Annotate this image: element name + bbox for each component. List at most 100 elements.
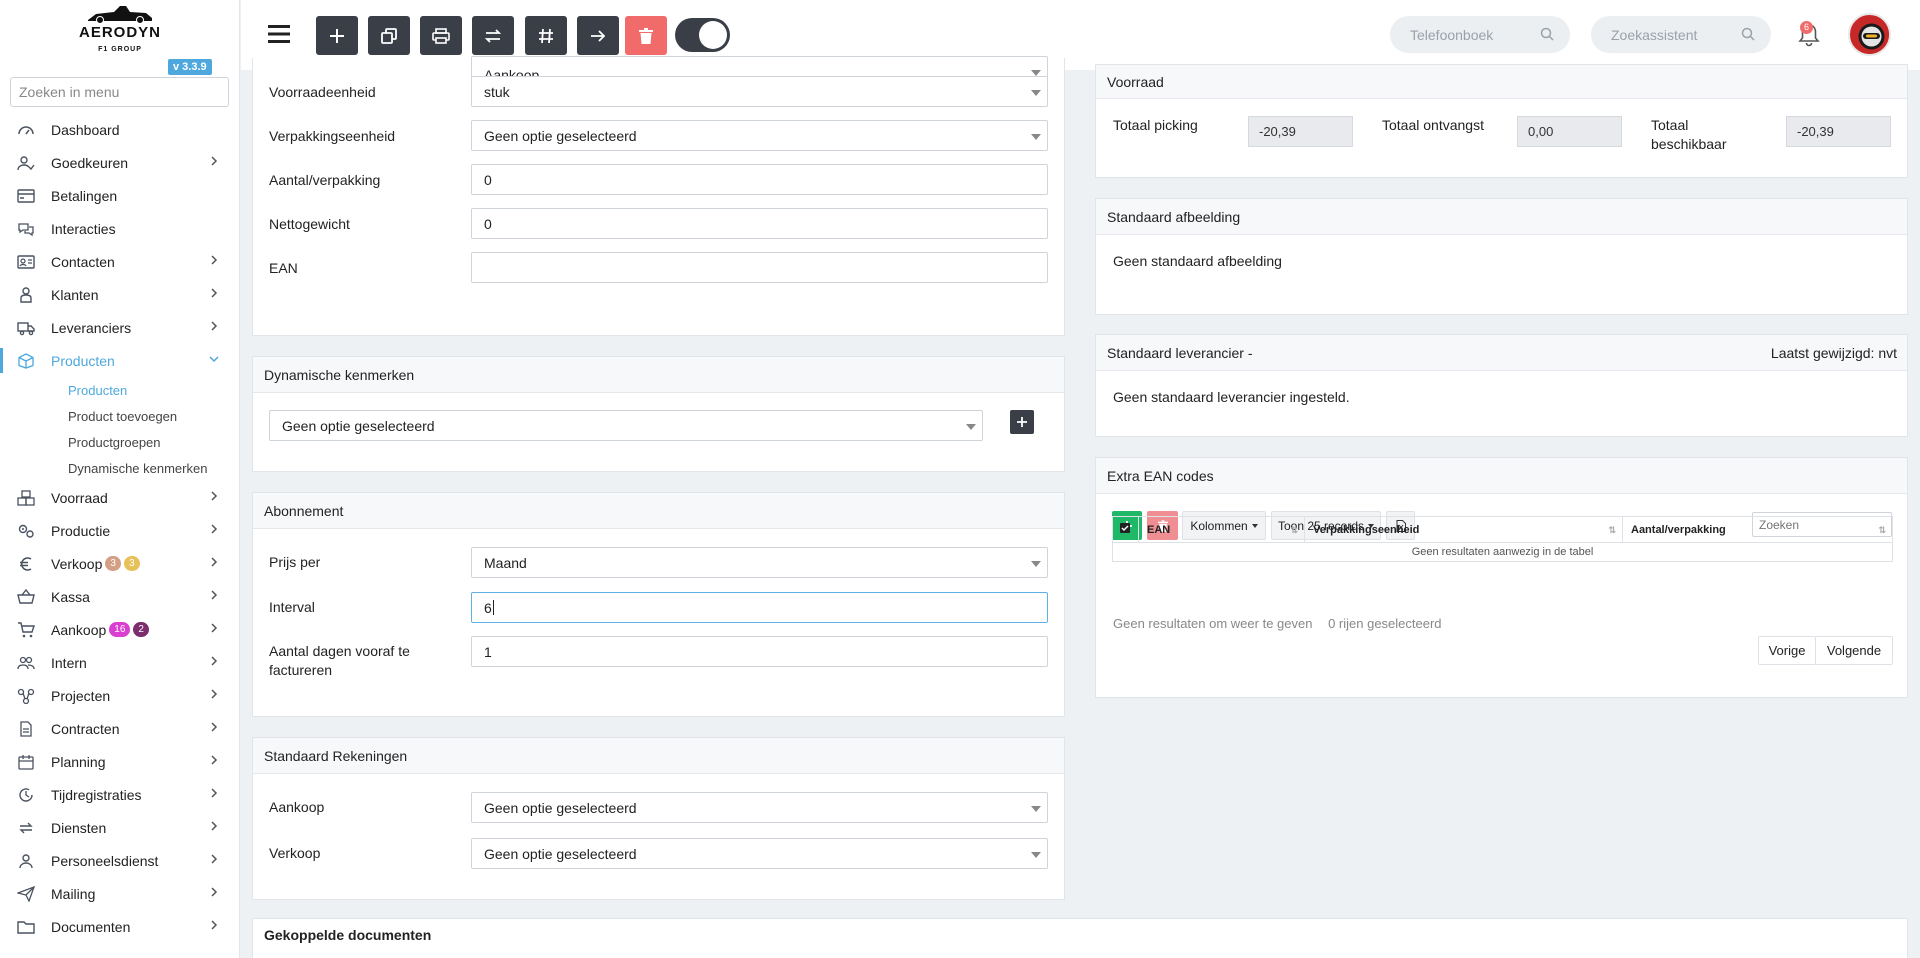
sidebar-item-dashboard[interactable]: Dashboard [0,113,240,146]
total-available-label: Totaal beschikbaar [1651,117,1727,152]
sidebar-item-diensten[interactable]: Diensten [0,811,240,844]
cart-icon [16,620,36,640]
hamburger-menu-icon[interactable] [268,24,290,44]
text-cursor [492,600,494,615]
delete-button[interactable] [625,16,667,55]
transfer-button[interactable] [472,16,514,55]
sidebar-item-goedkeuren[interactable]: Goedkeuren [0,146,240,179]
chevron-right-icon [211,689,218,699]
default-accounts-title: Standaard Rekeningen [253,738,1064,774]
version-badge: v 3.3.9 [168,59,212,75]
days-ahead-value: 1 [484,643,492,660]
hash-button[interactable] [525,16,567,55]
sidebar-item-intern[interactable]: Intern [0,646,240,679]
verpakkingseenheid-label: Verpakkingseenheid [269,128,396,144]
gears-icon [16,521,36,541]
nettogewicht-input[interactable]: 0 [471,208,1048,239]
subscription-title: Abonnement [253,493,1064,529]
search-icon [1741,27,1755,41]
sidebar-subitem-productgroepen[interactable]: Productgroepen [0,429,240,455]
aantal-verpakking-label: Aantal/verpakking [269,172,381,188]
column-header-qty-per-pack[interactable]: Aantal/verpakking ⇅ [1622,516,1893,543]
sidebar-item-klanten[interactable]: Klanten [0,278,240,311]
project-icon [16,686,36,706]
brand-logo[interactable]: AERODYN F1 GROUP [72,2,168,56]
sidebar-item-interacties[interactable]: Interacties [0,212,240,245]
sidebar-item-aankoop[interactable]: Aankoop 16 2 [0,613,240,646]
dynamic-features-select[interactable]: Geen optie geselecteerd [269,410,983,441]
price-per-label: Prijs per [269,554,321,570]
sidebar-item-kassa[interactable]: Kassa [0,580,240,613]
total-received-value: 0,00 [1517,116,1622,147]
extra-ean-card: Extra EAN codes Kolommen Toon 25 records… [1095,457,1908,698]
price-per-select[interactable]: Maand [471,547,1048,578]
purchase-account-select[interactable]: Geen optie geselecteerd [471,792,1048,823]
verpakkingseenheid-select[interactable]: Geen optie geselecteerd [471,120,1048,151]
prev-page-button[interactable]: Vorige [1758,636,1816,665]
sidebar-item-betalingen[interactable]: Betalingen [0,179,240,212]
sidebar-subitem-producten[interactable]: Producten [0,377,240,403]
sidebar-item-planning[interactable]: Planning [0,745,240,778]
sales-account-select[interactable]: Geen optie geselecteerd [471,838,1048,869]
verpakkingseenheid-value: Geen optie geselecteerd [484,127,637,144]
user-check-icon [16,153,36,173]
refresh-icon [16,818,36,838]
chevron-right-icon [211,854,218,864]
count-badge: 16 [109,622,131,637]
sidebar-item-mailing[interactable]: Mailing [0,877,240,910]
sidebar-item-contacten[interactable]: Contacten [0,245,240,278]
aantal-verpakking-input[interactable]: 0 [471,164,1048,195]
sidebar-item-label: Productie [51,522,111,539]
next-button[interactable] [577,16,619,55]
voorraadeenheid-select[interactable]: stuk [471,76,1048,107]
add-feature-button[interactable] [1010,410,1034,434]
partial-select[interactable]: Aankoop [471,56,1048,78]
interval-input[interactable]: 6 [471,592,1048,623]
sidebar-item-label: Diensten [51,819,107,836]
ean-label: EAN [269,260,298,276]
sidebar-subitem-dynamische-kenmerken[interactable]: Dynamische kenmerken [0,455,240,481]
trash-icon [639,27,653,44]
duplicate-button[interactable] [368,16,410,55]
chevron-right-icon [211,788,218,798]
hash-icon [539,28,553,43]
sidebar-item-productie[interactable]: Productie [0,514,240,547]
print-button[interactable] [420,16,462,55]
prev-page-label: Vorige [1768,643,1806,658]
sidebar-subitem-product-toevoegen[interactable]: Product toevoegen [0,403,240,429]
sidebar-item-producten[interactable]: Producten [0,344,240,377]
total-picking-label: Totaal picking [1113,117,1198,133]
select-all-checkbox[interactable] [1112,516,1139,543]
total-received-label: Totaal ontvangst [1382,117,1484,133]
sidebar-item-label: Voorraad [51,489,108,506]
add-button[interactable] [316,16,358,55]
contract-icon [16,719,36,739]
sidebar-item-tijdregistraties[interactable]: Tijdregistraties [0,778,240,811]
avatar[interactable] [1848,13,1891,56]
sidebar-item-voorraad[interactable]: Voorraad [0,481,240,514]
phonebook-search[interactable]: Telefoonboek [1390,16,1570,53]
next-page-button[interactable]: Volgende [1815,636,1893,665]
assistant-search[interactable]: Zoekassistent [1591,16,1771,53]
sidebar-item-verkoop[interactable]: Verkoop 3 3 [0,547,240,580]
sidebar-item-documenten[interactable]: Documenten [0,910,240,943]
ean-input[interactable] [471,252,1048,283]
sort-icon: ⇅ [1878,525,1886,535]
sidebar-item-projecten[interactable]: Projecten [0,679,240,712]
column-header-ean[interactable]: EAN ⇅ [1138,516,1305,543]
dynamic-features-value: Geen optie geselecteerd [282,417,435,434]
sidebar-item-leveranciers[interactable]: Leveranciers [0,311,240,344]
linked-documents-title: Gekoppelde documenten [264,927,432,943]
sales-account-label: Verkoop [269,845,321,861]
mode-toggle[interactable] [675,18,730,52]
days-ahead-input[interactable]: 1 [471,636,1048,667]
menu-search-input[interactable] [10,77,229,107]
aantal-verpakking-value: 0 [484,171,492,188]
box-icon [16,351,36,371]
sidebar-item-personeelsdienst[interactable]: Personeelsdienst [0,844,240,877]
column-header-ean-label: EAN [1147,523,1171,536]
total-available-value: -20,39 [1786,116,1891,147]
sidebar-item-contracten[interactable]: Contracten [0,712,240,745]
column-header-packaging-unit[interactable]: Verpakkingseenheid ⇅ [1304,516,1623,543]
chevron-right-icon [211,288,218,298]
